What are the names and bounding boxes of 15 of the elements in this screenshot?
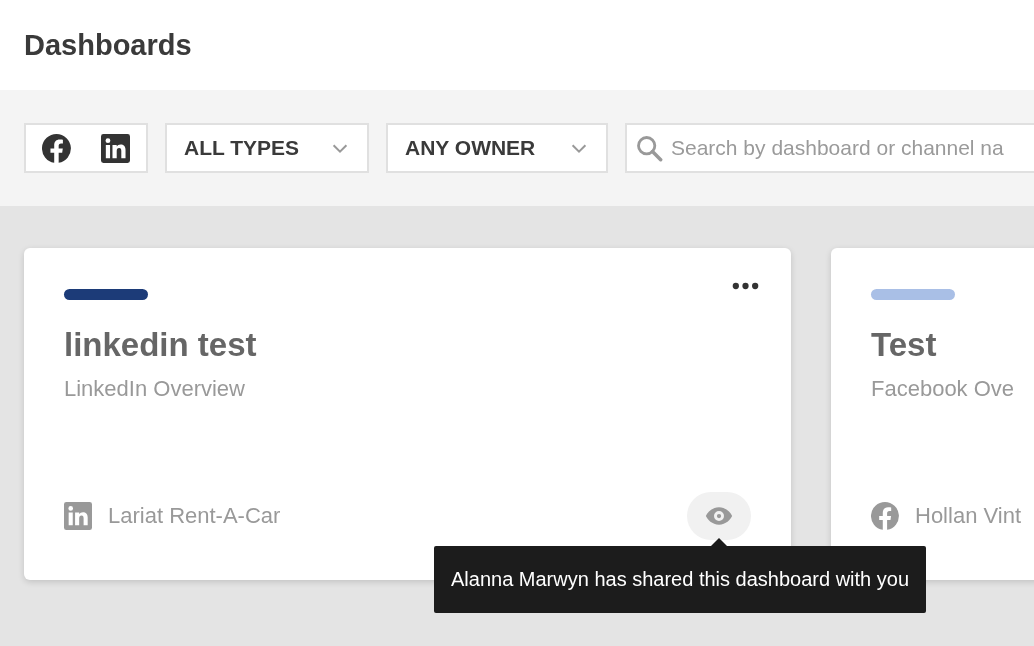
page-title: Dashboards (24, 28, 192, 62)
tooltip: Alanna Marwyn has shared this dashboard with you (434, 546, 927, 613)
facebook-icon (871, 502, 899, 530)
card-subtitle: LinkedIn Overview (64, 376, 246, 402)
filter-dropdown[interactable]: ANY OWNER (386, 123, 608, 173)
card-title: linkedin test (64, 326, 258, 364)
linkedin-icon[interactable] (101, 133, 130, 163)
more-icon[interactable] (731, 281, 760, 291)
search-field[interactable]: Search by dashboard or channel na (625, 123, 1034, 173)
shared-button[interactable] (687, 492, 751, 540)
linkedin-icon (64, 502, 92, 530)
facebook-icon[interactable] (42, 133, 71, 163)
tooltip-arrow (711, 538, 727, 546)
filter-dropdown[interactable]: ALL TYPES (165, 123, 369, 173)
channel-name: Lariat Rent-A-Car (108, 503, 281, 529)
